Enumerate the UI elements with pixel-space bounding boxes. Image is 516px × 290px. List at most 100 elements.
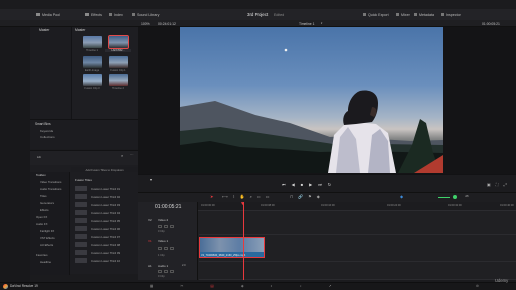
track-enable-icon[interactable] xyxy=(170,247,174,250)
tree-titles[interactable]: Titles xyxy=(40,194,47,198)
inspector-toggle[interactable]: Inspector xyxy=(441,9,461,20)
tab-cut[interactable]: ✂ xyxy=(180,284,183,288)
track-solo-icon[interactable] xyxy=(164,270,168,273)
list-item[interactable]: Custom Lower Third 03 xyxy=(71,201,138,208)
list-item[interactable]: Custom Lower Third 02 xyxy=(71,193,138,200)
media-pool-toggle[interactable]: Media Pool xyxy=(36,9,60,20)
tree-au-effects[interactable]: AU Effects xyxy=(40,243,53,247)
zoom-level[interactable]: 100% xyxy=(141,20,150,27)
tree-headline[interactable]: Headline xyxy=(40,260,51,264)
marker-icon[interactable]: ◆ xyxy=(317,194,320,199)
audio-icon[interactable]: ▣ xyxy=(487,182,491,187)
tree-generators[interactable]: Generators xyxy=(40,201,54,205)
volume-slider-handle[interactable] xyxy=(453,195,457,199)
sound-library-toggle[interactable]: Sound Library xyxy=(132,9,159,20)
track-eye-icon[interactable] xyxy=(164,225,168,228)
audio-level-icon[interactable]: ◆ xyxy=(400,194,403,199)
timeline-selector[interactable]: Timeline 1 xyxy=(299,20,315,27)
search-icon[interactable]: ⌕ xyxy=(121,153,123,158)
tab-deliver[interactable]: ➚ xyxy=(329,284,332,288)
clip-thumbnail[interactable] xyxy=(109,74,128,86)
track-mute-icon[interactable] xyxy=(170,270,174,273)
clip-label: Fusion Clip 3 xyxy=(84,87,100,90)
inspector-icon xyxy=(441,13,444,16)
fx-thumbnail xyxy=(75,250,87,255)
lane-a1[interactable] xyxy=(199,262,516,280)
tree-fairlight-fx[interactable]: Fairlight FX xyxy=(40,229,54,233)
mixer-label: Mixer xyxy=(401,12,410,17)
blade-tool-icon[interactable]: ⌇ xyxy=(233,194,235,199)
tree-vst-effects[interactable]: VST Effects xyxy=(40,236,55,240)
go-to-end-icon[interactable]: ⏭ xyxy=(318,182,322,187)
smart-bin-keywords[interactable]: Keywords xyxy=(40,129,53,133)
list-item[interactable]: Custom Lower Third 08 xyxy=(71,241,138,248)
list-item[interactable]: Custom Lower Third 10 xyxy=(71,257,138,264)
playhead-head-icon[interactable]: ▼ xyxy=(240,202,245,207)
snapping-icon[interactable]: ⊓ xyxy=(290,194,293,199)
transport-controls: ⏮ ◀ ■ ▶ ⏭ ↻ xyxy=(282,182,331,187)
tab-color[interactable]: ◐ xyxy=(271,284,273,288)
video-clip[interactable]: V1_70493630_3840_2160_25fps.mp4 xyxy=(199,237,265,258)
tab-media[interactable]: ▦ xyxy=(150,284,153,288)
clip-thumbnail[interactable] xyxy=(83,36,102,48)
list-item[interactable]: Custom Lower Third 01 xyxy=(71,185,138,192)
list-item[interactable]: Custom Lower Third 07 xyxy=(71,233,138,240)
lane-v1[interactable]: V1_70493630_3840_2160_25fps.mp4 xyxy=(199,235,516,262)
trim-tool-icon[interactable]: ⟷ xyxy=(222,194,228,199)
selection-tool-icon[interactable]: ➤ xyxy=(210,194,214,199)
chevron-down-icon[interactable]: ▾ xyxy=(321,20,322,27)
list-item[interactable]: Custom Lower Third 05 xyxy=(71,217,138,224)
tree-favorites[interactable]: Favorites xyxy=(36,253,48,257)
quick-export-button[interactable]: Quick Export xyxy=(363,9,389,20)
effects-tab[interactable]: Lib xyxy=(37,155,41,159)
zoom-tool-icon[interactable]: ⌕ xyxy=(250,194,252,199)
clip-thumbnail[interactable] xyxy=(83,56,102,68)
video-frame[interactable] xyxy=(180,27,443,173)
tree-audio-fx[interactable]: Audio FX xyxy=(36,222,48,226)
play-icon[interactable]: ▶ xyxy=(309,182,312,187)
track-lock-icon[interactable] xyxy=(158,225,162,228)
tab-fusion[interactable]: ◈ xyxy=(241,284,244,288)
mixer-toggle[interactable]: Mixer xyxy=(396,9,410,20)
clip-thumbnail[interactable] xyxy=(109,56,128,68)
track-enable-icon[interactable] xyxy=(170,225,174,228)
clip-thumbnail[interactable] xyxy=(108,35,129,49)
list-item[interactable]: Custom Lower Third 06 xyxy=(71,225,138,232)
clip-thumbnail[interactable] xyxy=(83,74,102,86)
tree-video-transitions[interactable]: Video Transitions xyxy=(40,180,61,184)
stop-icon[interactable]: ■ xyxy=(301,182,303,187)
list-item[interactable]: Custom Lower Third 04 xyxy=(71,209,138,216)
playhead-marker[interactable]: ▾ xyxy=(150,177,152,182)
tree-open-fx[interactable]: Open FX xyxy=(36,215,47,219)
track-lock-icon[interactable] xyxy=(158,247,162,250)
index-toggle[interactable]: Index xyxy=(109,9,123,20)
tree-audio-transitions[interactable]: Audio Transitions xyxy=(40,187,61,191)
settings-icon[interactable]: ⚙ xyxy=(476,284,479,288)
link-icon[interactable]: 🔗 xyxy=(298,194,303,199)
flag-icon[interactable]: ⚑ xyxy=(308,194,312,199)
hand-tool-icon[interactable]: ✋ xyxy=(240,194,245,199)
playhead[interactable] xyxy=(243,202,244,280)
loop-icon[interactable]: ↻ xyxy=(328,182,331,187)
tab-fairlight[interactable]: ♪ xyxy=(300,284,302,288)
metadata-toggle[interactable]: Metadata xyxy=(414,9,434,20)
track-lock-icon[interactable] xyxy=(158,270,162,273)
more-options-icon[interactable]: ⋯ xyxy=(130,153,133,157)
smart-bin-collections[interactable]: Collections xyxy=(40,135,55,139)
tree-toolbox[interactable]: Toolbox xyxy=(36,173,46,177)
list-item[interactable]: Custom Lower Third 09 xyxy=(71,249,138,256)
volume-slider[interactable] xyxy=(438,197,450,198)
expand-icon[interactable]: ⤢ xyxy=(504,182,507,187)
effects-toggle[interactable]: Effects xyxy=(85,9,102,20)
track-eye-icon[interactable] xyxy=(164,247,168,250)
reverse-icon[interactable]: ◀ xyxy=(292,182,295,187)
tree-effects[interactable]: Effects xyxy=(40,208,49,212)
fullscreen-icon[interactable]: ⛶ xyxy=(496,182,499,187)
overwrite-icon[interactable]: ▭ xyxy=(266,194,270,199)
go-to-start-icon[interactable]: ⏮ xyxy=(282,182,286,187)
insert-icon[interactable]: ▭ xyxy=(257,194,261,199)
lane-v2[interactable] xyxy=(199,212,516,235)
master-bin[interactable]: Master xyxy=(39,28,49,32)
tab-edit[interactable]: ▤ xyxy=(210,284,213,288)
timeline-ruler[interactable]: 01:00:00:00 01:00:08:00 01:00:16:00 01:0… xyxy=(198,202,516,211)
